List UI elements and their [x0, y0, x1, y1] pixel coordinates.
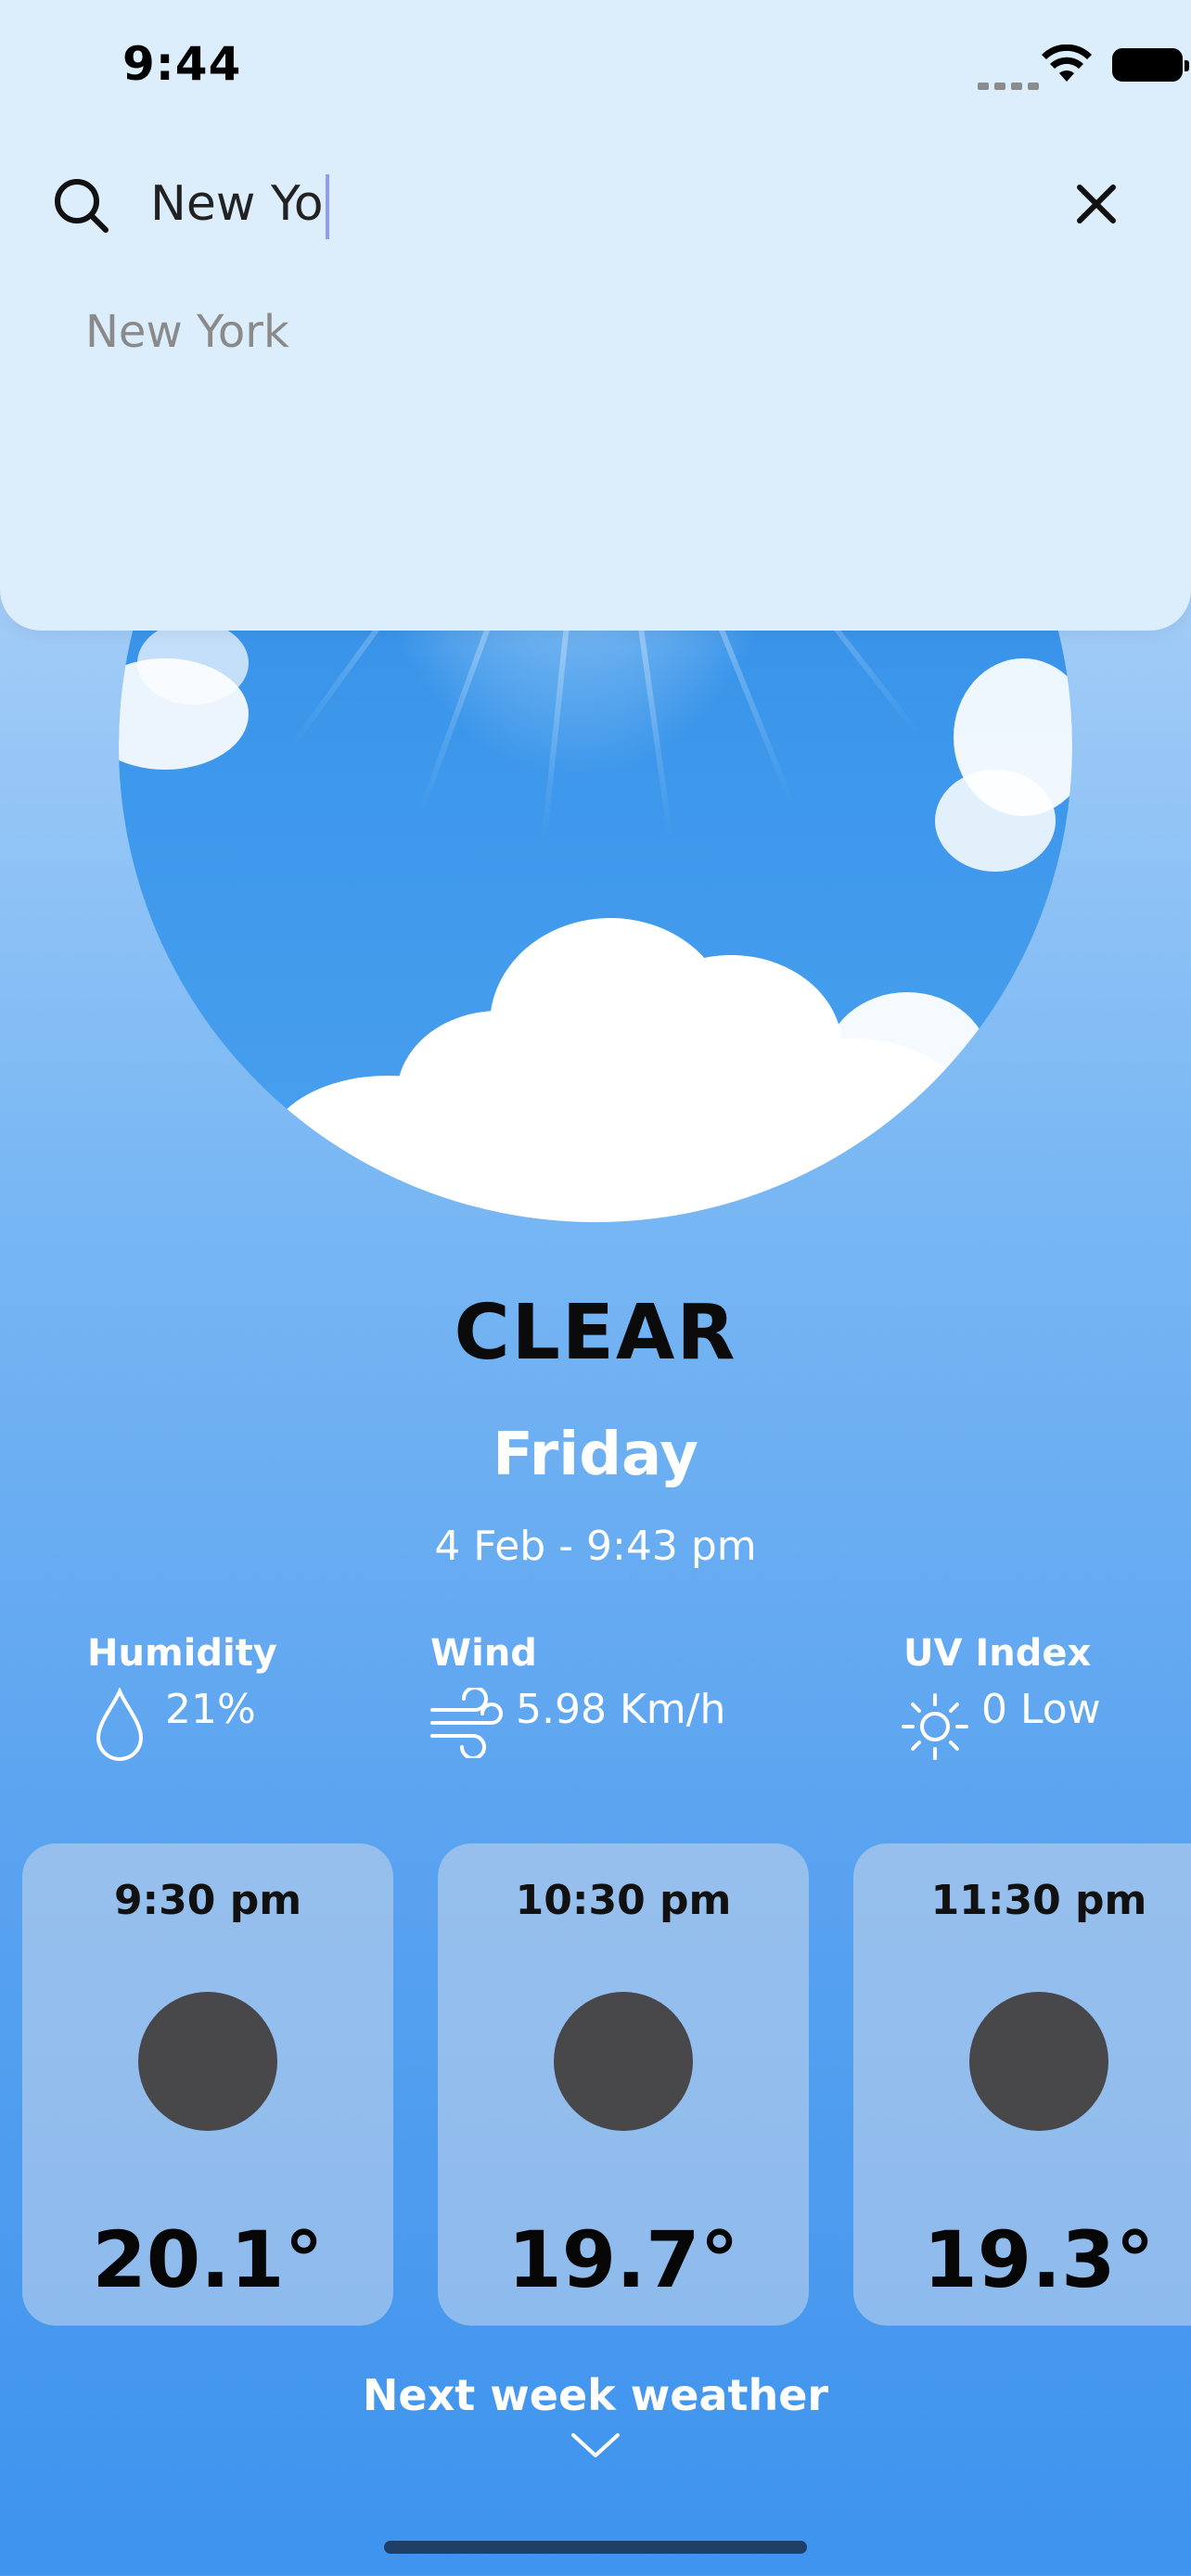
- status-time: 9:44: [122, 37, 242, 91]
- droplet-icon: [96, 1688, 144, 1761]
- search-input[interactable]: New Yo: [150, 167, 1022, 241]
- home-indicator[interactable]: [384, 2541, 807, 2554]
- close-icon[interactable]: [1074, 182, 1119, 226]
- weather-icon: [969, 1992, 1108, 2131]
- uv-index-value: 0 Low: [981, 1686, 1101, 1733]
- weather-icon: [554, 1992, 693, 2131]
- wind-icon: [430, 1688, 503, 1758]
- search-sheet: 9:44 New Yo New York: [0, 0, 1191, 631]
- hourly-temperature: 19.7°: [507, 2214, 739, 2305]
- hourly-temperature: 20.1°: [92, 2214, 324, 2305]
- next-week-weather-button[interactable]: Next week weather: [0, 2370, 1191, 2420]
- hourly-card[interactable]: 11:30 pm 19.3°: [853, 1843, 1191, 2326]
- sun-icon: [902, 1693, 968, 1760]
- search-input-text: New Yo: [150, 176, 324, 232]
- hourly-time: 10:30 pm: [515, 1877, 732, 1924]
- text-cursor: [325, 174, 329, 239]
- humidity-label: Humidity: [87, 1632, 277, 1675]
- wifi-icon: [1042, 45, 1092, 82]
- chevron-down-icon[interactable]: [570, 2429, 621, 2461]
- search-suggestion-item[interactable]: New York: [85, 306, 289, 358]
- humidity-value: 21%: [165, 1686, 256, 1733]
- search-icon[interactable]: [52, 176, 111, 236]
- battery-icon: [1112, 48, 1189, 82]
- wind-value: 5.98 Km/h: [516, 1686, 726, 1733]
- weather-day: Friday: [493, 1421, 698, 1489]
- hourly-time: 9:30 pm: [113, 1877, 302, 1924]
- weather-icon: [138, 1992, 277, 2131]
- weather-datetime: 4 Feb - 9:43 pm: [434, 1523, 757, 1570]
- hourly-card[interactable]: 10:30 pm 19.7°: [438, 1843, 809, 2326]
- uv-index-label: UV Index: [903, 1632, 1092, 1675]
- wind-label: Wind: [430, 1632, 537, 1675]
- hourly-card[interactable]: 9:30 pm 20.1°: [22, 1843, 393, 2326]
- hourly-time: 11:30 pm: [930, 1877, 1147, 1924]
- hourly-temperature: 19.3°: [923, 2214, 1155, 2305]
- weather-condition: CLEAR: [454, 1289, 737, 1377]
- cellular-signal-icon: [978, 76, 1044, 94]
